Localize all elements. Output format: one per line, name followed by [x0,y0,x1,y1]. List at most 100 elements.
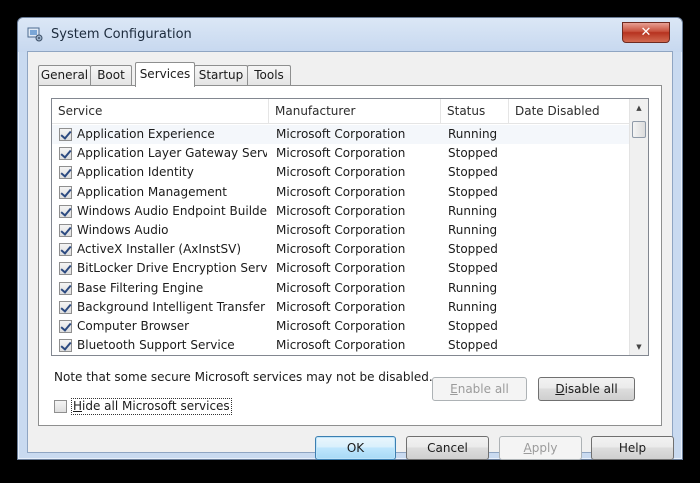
service-date-disabled [516,221,626,240]
service-date-disabled [516,183,626,202]
column-header-status[interactable]: Status [441,99,509,124]
service-name: BitLocker Drive Encryption Service [77,261,267,276]
service-date-disabled [516,279,626,298]
scroll-thumb[interactable] [632,121,646,138]
service-checkbox[interactable] [59,128,72,141]
service-date-disabled [516,298,626,317]
vertical-scrollbar[interactable]: ▲ ▼ [629,99,648,355]
table-row[interactable]: Application Identity Microsoft Corporatio… [52,163,630,182]
table-row[interactable]: BitLocker Drive Encryption Service Micros… [52,259,630,278]
cancel-button[interactable]: Cancel [406,436,489,460]
tab-startup[interactable]: Startup [194,65,248,86]
service-manufacturer: Microsoft Corporation [276,261,406,276]
apply-button[interactable]: Apply [499,436,582,460]
service-manufacturer: Microsoft Corporation [276,165,406,180]
service-date-disabled [516,259,626,278]
list-header: Service Manufacturer Status Date Disable… [52,99,630,124]
service-status: Stopped [448,242,498,257]
service-status: Running [448,280,498,295]
service-name: Application Layer Gateway Service [77,146,267,161]
disable-all-button[interactable]: Disable all [538,377,635,401]
service-checkbox[interactable] [59,223,72,237]
service-checkbox[interactable] [59,262,72,276]
column-header-date-disabled[interactable]: Date Disabled [509,99,630,124]
tab-boot[interactable]: Boot [90,65,132,86]
help-button[interactable]: Help [591,436,674,460]
service-status: Stopped [448,165,498,180]
table-row[interactable]: Windows Audio Microsoft Corporation Runnin… [52,221,630,240]
service-status: Running [448,222,498,237]
service-checkbox[interactable] [59,300,72,314]
list-rows: Application Experience Microsoft Corporat… [52,125,630,355]
service-date-disabled [516,125,626,144]
table-row[interactable]: Application Management Microsoft Corporat… [52,183,630,202]
scroll-down-icon[interactable]: ▼ [630,339,648,355]
services-panel: Service Manufacturer Status Date Disable… [38,85,662,426]
close-icon: ✕ [640,25,652,40]
service-manufacturer: Microsoft Corporation [276,184,406,199]
service-name: Background Intelligent Transfer ... [77,299,267,314]
service-status: Running [448,203,498,218]
service-name: Application Experience [77,127,215,141]
service-name: ActiveX Installer (AxInstSV) [77,242,242,257]
hide-microsoft-services-label[interactable]: Hide all Microsoft services [71,398,232,415]
service-name: Base Filtering Engine [77,280,204,295]
service-checkbox[interactable] [59,319,72,333]
service-checkbox[interactable] [59,166,72,180]
system-configuration-window: System Configuration ✕ General Boot Serv… [17,17,683,460]
secure-services-note: Note that some secure Microsoft services… [54,370,433,384]
column-header-service[interactable]: Service [52,99,269,124]
service-status: Stopped [448,184,498,199]
service-manufacturer: Microsoft Corporation [276,127,406,141]
service-date-disabled [516,163,626,182]
service-manufacturer: Microsoft Corporation [276,146,406,161]
service-name: Bluetooth Support Service [77,338,235,353]
tab-general[interactable]: General [38,65,91,86]
table-row[interactable]: Computer Browser Microsoft Corporation Sto… [52,317,630,336]
service-name: Windows Audio Endpoint Builder [77,203,267,218]
table-row[interactable]: Base Filtering Engine Microsoft Corporati… [52,279,630,298]
service-checkbox[interactable] [59,281,72,295]
service-status: Stopped [448,338,498,353]
enable-all-button[interactable]: Enable all [432,377,527,401]
table-row[interactable]: Windows Audio Endpoint Builder Microsoft … [52,202,630,221]
tab-tools[interactable]: Tools [247,65,291,86]
service-checkbox[interactable] [59,339,72,353]
service-date-disabled [516,240,626,259]
service-date-disabled [516,317,626,336]
service-status: Running [448,299,498,314]
table-row[interactable]: ActiveX Installer (AxInstSV) Microsoft Co… [52,240,630,259]
service-checkbox[interactable] [59,185,72,199]
service-manufacturer: Microsoft Corporation [276,318,406,333]
service-name: Windows Audio [77,222,169,237]
system-config-icon [27,27,43,42]
service-manufacturer: Microsoft Corporation [276,299,406,314]
service-date-disabled [516,336,626,355]
service-name: Application Management [77,184,227,199]
scroll-up-icon[interactable]: ▲ [630,100,648,116]
tab-services[interactable]: Services [135,62,195,87]
service-manufacturer: Microsoft Corporation [276,280,406,295]
dialog-client: General Boot Services Startup Tools Serv… [27,51,674,460]
service-checkbox[interactable] [59,243,72,257]
table-row[interactable]: Background Intelligent Transfer ... Micro… [52,298,630,317]
service-manufacturer: Microsoft Corporation [276,338,406,353]
services-list[interactable]: Service Manufacturer Status Date Disable… [51,98,649,356]
service-status: Running [448,127,498,141]
window-title: System Configuration [51,27,192,42]
service-checkbox[interactable] [59,204,72,218]
service-checkbox[interactable] [59,147,72,161]
service-date-disabled [516,202,626,221]
table-row[interactable]: Bluetooth Support Service Microsoft Corpo… [52,336,630,355]
service-date-disabled [516,144,626,163]
service-status: Stopped [448,261,498,276]
title-bar[interactable]: System Configuration ✕ [18,18,682,52]
table-row[interactable]: Application Experience Microsoft Corporat… [52,125,630,145]
hide-microsoft-services-checkbox[interactable] [54,400,67,413]
table-row[interactable]: Application Layer Gateway Service Microso… [52,144,630,163]
service-manufacturer: Microsoft Corporation [276,203,406,218]
close-button[interactable]: ✕ [622,22,670,43]
ok-button[interactable]: OK [315,436,396,460]
service-name: Computer Browser [77,318,190,333]
column-header-manufacturer[interactable]: Manufacturer [269,99,441,124]
